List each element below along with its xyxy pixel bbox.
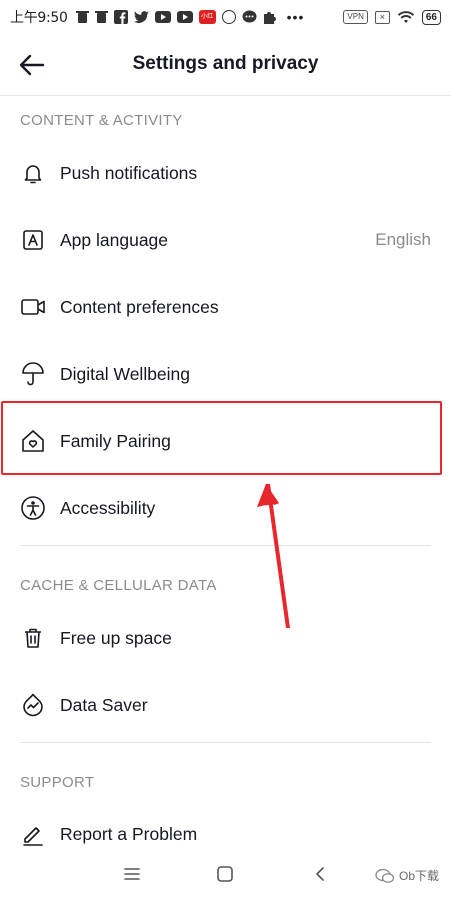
video-camera-icon xyxy=(20,294,46,320)
more-notifications-icon: ••• xyxy=(286,9,305,25)
youtube-icon xyxy=(154,11,171,23)
status-time: 上午9:50 xyxy=(10,10,68,26)
language-icon xyxy=(20,227,46,253)
youtube-icon xyxy=(176,11,193,23)
wechat-icon xyxy=(375,868,395,883)
back-chevron-icon xyxy=(316,867,324,881)
settings-row-digital-wellbeing[interactable]: Digital Wellbeing xyxy=(0,343,451,405)
settings-row-content-preferences[interactable]: Content preferences xyxy=(0,276,451,338)
home-button[interactable] xyxy=(209,860,241,888)
trash-icon xyxy=(20,625,46,651)
section-header-content-activity: CONTENT & ACTIVITY xyxy=(20,112,183,129)
row-label: App language xyxy=(60,229,169,250)
status-bar: 上午9:50 小红书 ••• VPN × 66 xyxy=(0,0,451,34)
row-label: Accessibility xyxy=(60,497,156,518)
settings-row-app-language[interactable]: App language English xyxy=(0,209,451,271)
xiaohongshu-icon: 小红书 xyxy=(198,10,216,34)
twitter-icon xyxy=(133,10,149,23)
row-label: Data Saver xyxy=(60,694,148,715)
pencil-icon xyxy=(20,821,46,847)
back-nav-button[interactable] xyxy=(304,860,336,888)
section-header-support: SUPPORT xyxy=(20,774,95,791)
watermark-text: Ob下载 xyxy=(398,869,439,883)
page-title: Settings and privacy xyxy=(132,53,319,74)
menu-button[interactable] xyxy=(116,860,148,888)
page-header: Settings and privacy xyxy=(0,34,451,96)
puzzle-icon xyxy=(263,12,276,24)
wifi-icon xyxy=(397,11,415,23)
data-saver-icon xyxy=(20,692,46,718)
watermark: Ob下载 xyxy=(375,867,439,884)
settings-row-data-saver[interactable]: Data Saver xyxy=(0,674,451,736)
vpn-icon: VPN xyxy=(343,10,368,24)
home-square-icon xyxy=(217,866,233,882)
trash-notification-icon xyxy=(75,11,89,23)
accessibility-icon xyxy=(20,495,46,521)
location-plus-icon xyxy=(221,10,236,24)
section-divider xyxy=(20,545,431,546)
settings-row-accessibility[interactable]: Accessibility xyxy=(0,477,451,539)
notification-icons: 小红书 ••• xyxy=(75,9,305,34)
row-label: Free up space xyxy=(60,627,172,648)
family-pairing-highlight-box xyxy=(1,401,442,475)
no-sim-icon: × xyxy=(374,10,390,24)
current-language-value: English xyxy=(375,230,431,249)
trash-notification-icon xyxy=(94,11,108,23)
section-header-cache-cellular: CACHE & CELLULAR DATA xyxy=(20,577,217,594)
settings-row-push-notifications[interactable]: Push notifications xyxy=(0,142,451,204)
row-label: Content preferences xyxy=(60,296,219,317)
umbrella-icon xyxy=(20,361,46,387)
menu-icon xyxy=(124,868,140,880)
system-icons: VPN × 66 xyxy=(343,9,441,25)
facebook-icon xyxy=(113,10,128,24)
settings-row-free-up-space[interactable]: Free up space xyxy=(0,607,451,669)
chat-bubble-icon xyxy=(242,10,257,23)
bell-icon xyxy=(20,160,46,186)
row-label: Report a Problem xyxy=(60,823,198,844)
row-label: Digital Wellbeing xyxy=(60,363,191,384)
section-divider xyxy=(20,742,431,743)
row-label: Push notifications xyxy=(60,162,198,183)
battery-indicator: 66 xyxy=(421,9,441,25)
